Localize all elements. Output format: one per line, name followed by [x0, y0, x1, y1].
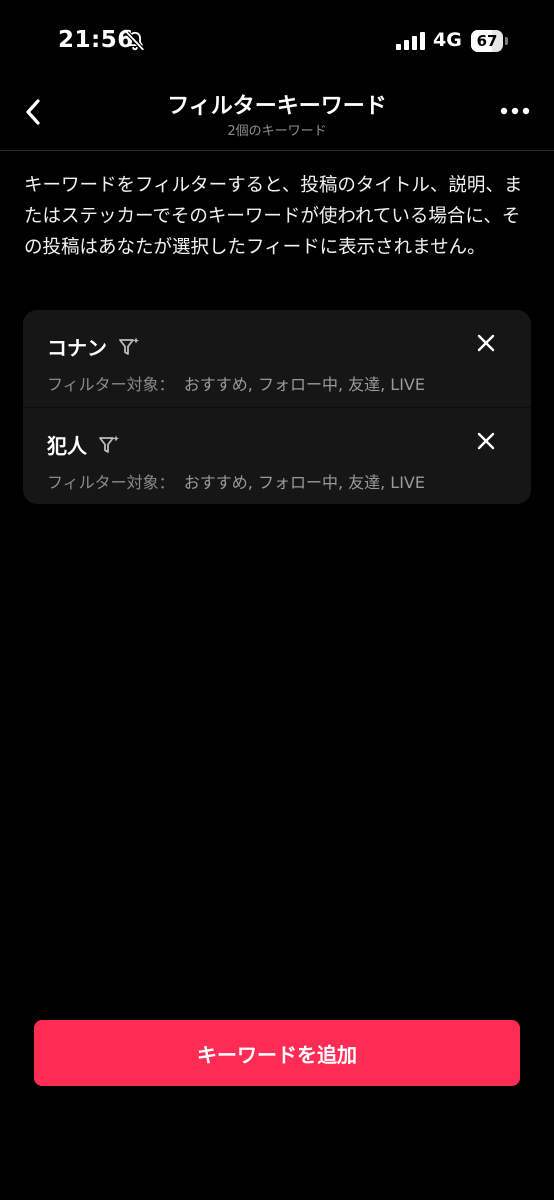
filter-sparkle-icon	[119, 337, 139, 355]
remove-keyword-button[interactable]	[471, 426, 501, 456]
keyword-list: コナン フィルター対象： おすすめ, フォロー中, 友達, LIVE 犯人 フィ…	[23, 310, 531, 504]
close-icon	[477, 432, 495, 450]
add-keyword-button[interactable]: キーワードを追加	[34, 1020, 520, 1086]
targets-label: フィルター対象：	[47, 473, 175, 492]
keyword-count: 2個のキーワード	[227, 124, 327, 139]
keyword-targets: フィルター対象： おすすめ, フォロー中, 友達, LIVE	[47, 371, 425, 395]
keyword-item[interactable]: 犯人 フィルター対象： おすすめ, フォロー中, 友達, LIVE	[23, 407, 531, 504]
remove-keyword-button[interactable]	[471, 328, 501, 358]
filter-description: キーワードをフィルターすると、投稿のタイトル、説明、またはステッカーでそのキーワ…	[24, 175, 523, 258]
targets-value: おすすめ, フォロー中, 友達, LIVE	[183, 375, 425, 394]
signal-icon	[396, 32, 425, 50]
header: フィルターキーワード 2個のキーワード	[0, 84, 554, 151]
targets-label: フィルター対象：	[47, 375, 175, 394]
keyword-name: コナン	[47, 336, 107, 360]
targets-value: おすすめ, フォロー中, 友達, LIVE	[183, 473, 425, 492]
battery-icon: 67	[471, 30, 509, 52]
battery-level: 67	[476, 32, 498, 50]
close-icon	[477, 334, 495, 352]
keyword-name: 犯人	[47, 434, 87, 458]
status-time: 21:56	[58, 27, 134, 53]
keyword-targets: フィルター対象： おすすめ, フォロー中, 友達, LIVE	[47, 469, 425, 493]
more-horizontal-icon	[500, 107, 530, 115]
network-type: 4G	[433, 29, 462, 51]
keyword-item[interactable]: コナン フィルター対象： おすすめ, フォロー中, 友達, LIVE	[23, 310, 531, 407]
status-bar: 21:56 4G 67	[0, 0, 554, 84]
bell-off-icon	[125, 31, 145, 51]
page-title: フィルターキーワード	[167, 94, 387, 119]
filter-sparkle-icon	[99, 435, 119, 453]
more-button[interactable]	[498, 96, 532, 126]
